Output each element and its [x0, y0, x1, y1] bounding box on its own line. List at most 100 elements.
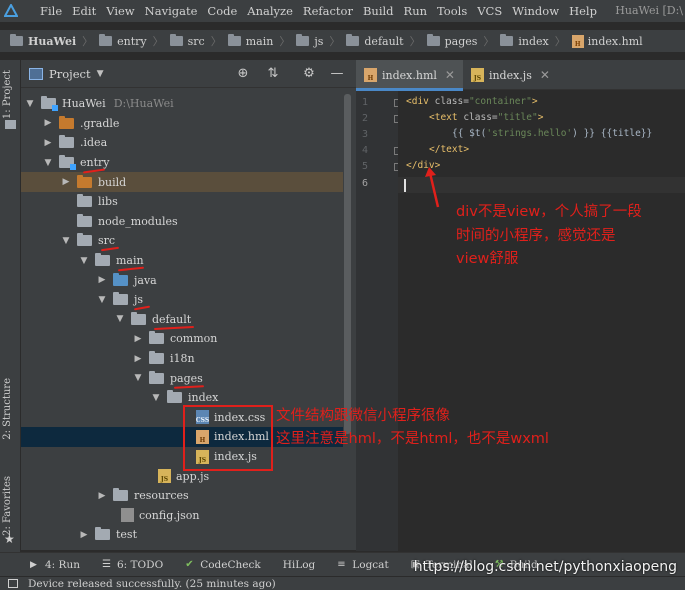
- tree-item-test[interactable]: ▶ test: [21, 525, 343, 545]
- project-scrollbar[interactable]: [344, 94, 351, 434]
- expand-down-icon[interactable]: ▼: [133, 373, 143, 383]
- expand-right-icon[interactable]: ▶: [43, 138, 53, 148]
- tab-index-hml[interactable]: H index.hml ✕: [356, 60, 463, 91]
- folder-icon: [77, 233, 92, 247]
- window-title: HuaWei [D:\: [615, 4, 683, 17]
- expand-right-icon[interactable]: ▶: [133, 354, 143, 364]
- annotation-box: [183, 405, 273, 471]
- editor-tab-bar: H index.hml ✕ JS index.js ✕: [356, 60, 685, 91]
- annotation-text: 文件结构跟微信小程序很像: [276, 408, 450, 424]
- todo-tool-tab[interactable]: ☰ 6: TODO: [102, 559, 163, 571]
- breadcrumb-item-pages[interactable]: pages: [426, 34, 477, 48]
- menu-edit[interactable]: Edit: [68, 4, 100, 18]
- expand-down-icon[interactable]: ▼: [25, 99, 35, 109]
- breadcrumb-item-huawei[interactable]: HuaWei: [10, 34, 76, 48]
- breadcrumb-item-entry[interactable]: entry: [99, 34, 147, 48]
- structure-tool-tab[interactable]: 2: Structure: [2, 378, 13, 440]
- json-file-icon: [121, 508, 134, 523]
- menu-run[interactable]: Run: [400, 4, 431, 18]
- code-editor[interactable]: <div class="container"> <text class="tit…: [398, 91, 685, 551]
- collapse-all-icon[interactable]: ⇅: [265, 66, 281, 82]
- breadcrumb-item-src[interactable]: src: [169, 34, 205, 48]
- tree-item-node-modules[interactable]: node_modules: [21, 212, 343, 232]
- expand-down-icon[interactable]: ▼: [151, 393, 161, 403]
- expand-down-icon[interactable]: ▼: [97, 295, 107, 305]
- project-view-selector[interactable]: Project: [49, 67, 91, 81]
- favorites-tool-tab[interactable]: 2: Favorites: [2, 476, 13, 536]
- tree-item-app-js[interactable]: JS app.js: [21, 466, 343, 486]
- tree-item-src[interactable]: ▼ src: [21, 231, 343, 251]
- tree-item-entry[interactable]: ▼ entry: [21, 153, 343, 173]
- tree-item-libs[interactable]: libs: [21, 192, 343, 212]
- tree-item-java[interactable]: ▶ java: [21, 270, 343, 290]
- menu-analyze[interactable]: Analyze: [243, 4, 297, 18]
- breadcrumb-item-index-hml[interactable]: Hindex.hml: [571, 34, 643, 48]
- menu-tools[interactable]: Tools: [433, 4, 471, 18]
- tree-item-config-json[interactable]: config.json: [21, 506, 343, 526]
- menu-window[interactable]: Window: [508, 4, 563, 18]
- menu-help[interactable]: Help: [565, 4, 601, 18]
- folder-icon: [500, 34, 514, 46]
- expand-down-icon[interactable]: ▼: [79, 256, 89, 266]
- menu-refactor[interactable]: Refactor: [299, 4, 357, 18]
- tree-item-main[interactable]: ▼ main: [21, 251, 343, 271]
- editor-gutter: 1 2 3 4 5 6: [356, 91, 402, 551]
- chevron-down-icon[interactable]: ▼: [97, 69, 104, 79]
- status-window-icon[interactable]: [8, 579, 18, 588]
- tree-item-pages[interactable]: ▼ pages: [21, 368, 343, 388]
- run-tool-tab[interactable]: ▶ 4: Run: [30, 559, 80, 571]
- menu-vcs[interactable]: VCS: [473, 4, 506, 18]
- expand-right-icon[interactable]: ▶: [43, 118, 53, 128]
- folder-icon: [227, 34, 241, 46]
- breadcrumb-item-js[interactable]: js: [296, 34, 323, 48]
- expand-right-icon[interactable]: ▶: [61, 177, 71, 187]
- tree-item-i18n[interactable]: ▶ i18n: [21, 349, 343, 369]
- menu-build[interactable]: Build: [359, 4, 398, 18]
- breadcrumb: HuaWei 〉 entry 〉 src 〉 main 〉 js 〉 defau…: [0, 30, 685, 52]
- project-panel: Project ▼ ⊕ ⇅ ⚙ — ▼ HuaWei D:\HuaWei ▶ .…: [21, 60, 356, 550]
- codecheck-tool-tab[interactable]: ✔ CodeCheck: [185, 559, 261, 571]
- status-message: Device released successfully. (25 minute…: [28, 577, 276, 590]
- expand-down-icon[interactable]: ▼: [115, 314, 125, 324]
- code-line-2: <text class="title">: [429, 112, 544, 123]
- expand-down-icon[interactable]: ▼: [43, 158, 53, 168]
- chevron-right-icon: 〉: [210, 35, 222, 48]
- tree-item-index-folder[interactable]: ▼ index: [21, 388, 343, 408]
- breadcrumb-item-main[interactable]: main: [227, 34, 273, 48]
- expand-right-icon[interactable]: ▶: [97, 491, 107, 501]
- logcat-tool-tab[interactable]: ≡ Logcat: [337, 559, 388, 571]
- code-line-1: <div class="container">: [406, 96, 538, 107]
- breadcrumb-item-default[interactable]: default: [346, 34, 404, 48]
- menu-file[interactable]: File: [36, 4, 66, 18]
- minimize-icon[interactable]: —: [329, 66, 345, 82]
- close-icon[interactable]: ✕: [445, 68, 455, 82]
- tree-item-build[interactable]: ▶ build: [21, 172, 343, 192]
- chevron-right-icon: 〉: [152, 35, 164, 48]
- tree-item-common[interactable]: ▶ common: [21, 329, 343, 349]
- menu-navigate[interactable]: Navigate: [141, 4, 202, 18]
- breadcrumb-item-index[interactable]: index: [500, 34, 549, 48]
- close-icon[interactable]: ✕: [540, 68, 550, 82]
- locate-icon[interactable]: ⊕: [235, 66, 251, 82]
- tree-item-resources[interactable]: ▶ resources: [21, 486, 343, 506]
- folder-icon: [95, 527, 110, 541]
- gear-icon[interactable]: ⚙: [301, 66, 317, 82]
- tree-item-idea[interactable]: ▶ .idea: [21, 133, 343, 153]
- menu-view[interactable]: View: [102, 4, 138, 18]
- expand-right-icon[interactable]: ▶: [97, 275, 107, 285]
- tree-item-gradle[interactable]: ▶ .gradle: [21, 114, 343, 134]
- folder-icon: [77, 194, 92, 208]
- tab-index-js[interactable]: JS index.js ✕: [463, 60, 558, 90]
- logcat-icon: ≡: [337, 558, 346, 570]
- project-tool-tab[interactable]: 1: Project: [2, 70, 13, 119]
- folder-icon: [77, 213, 92, 227]
- expand-right-icon[interactable]: ▶: [133, 334, 143, 344]
- expand-right-icon[interactable]: ▶: [79, 530, 89, 540]
- js-file-icon: JS: [470, 68, 484, 82]
- menu-code[interactable]: Code: [203, 4, 241, 18]
- hilog-tool-tab[interactable]: HiLog: [283, 559, 316, 571]
- tree-item-js[interactable]: ▼ js: [21, 290, 343, 310]
- expand-down-icon[interactable]: ▼: [61, 236, 71, 246]
- tree-item-huawei[interactable]: ▼ HuaWei D:\HuaWei: [21, 94, 343, 114]
- annotation-text: 时间的小程序，感觉还是: [456, 228, 616, 244]
